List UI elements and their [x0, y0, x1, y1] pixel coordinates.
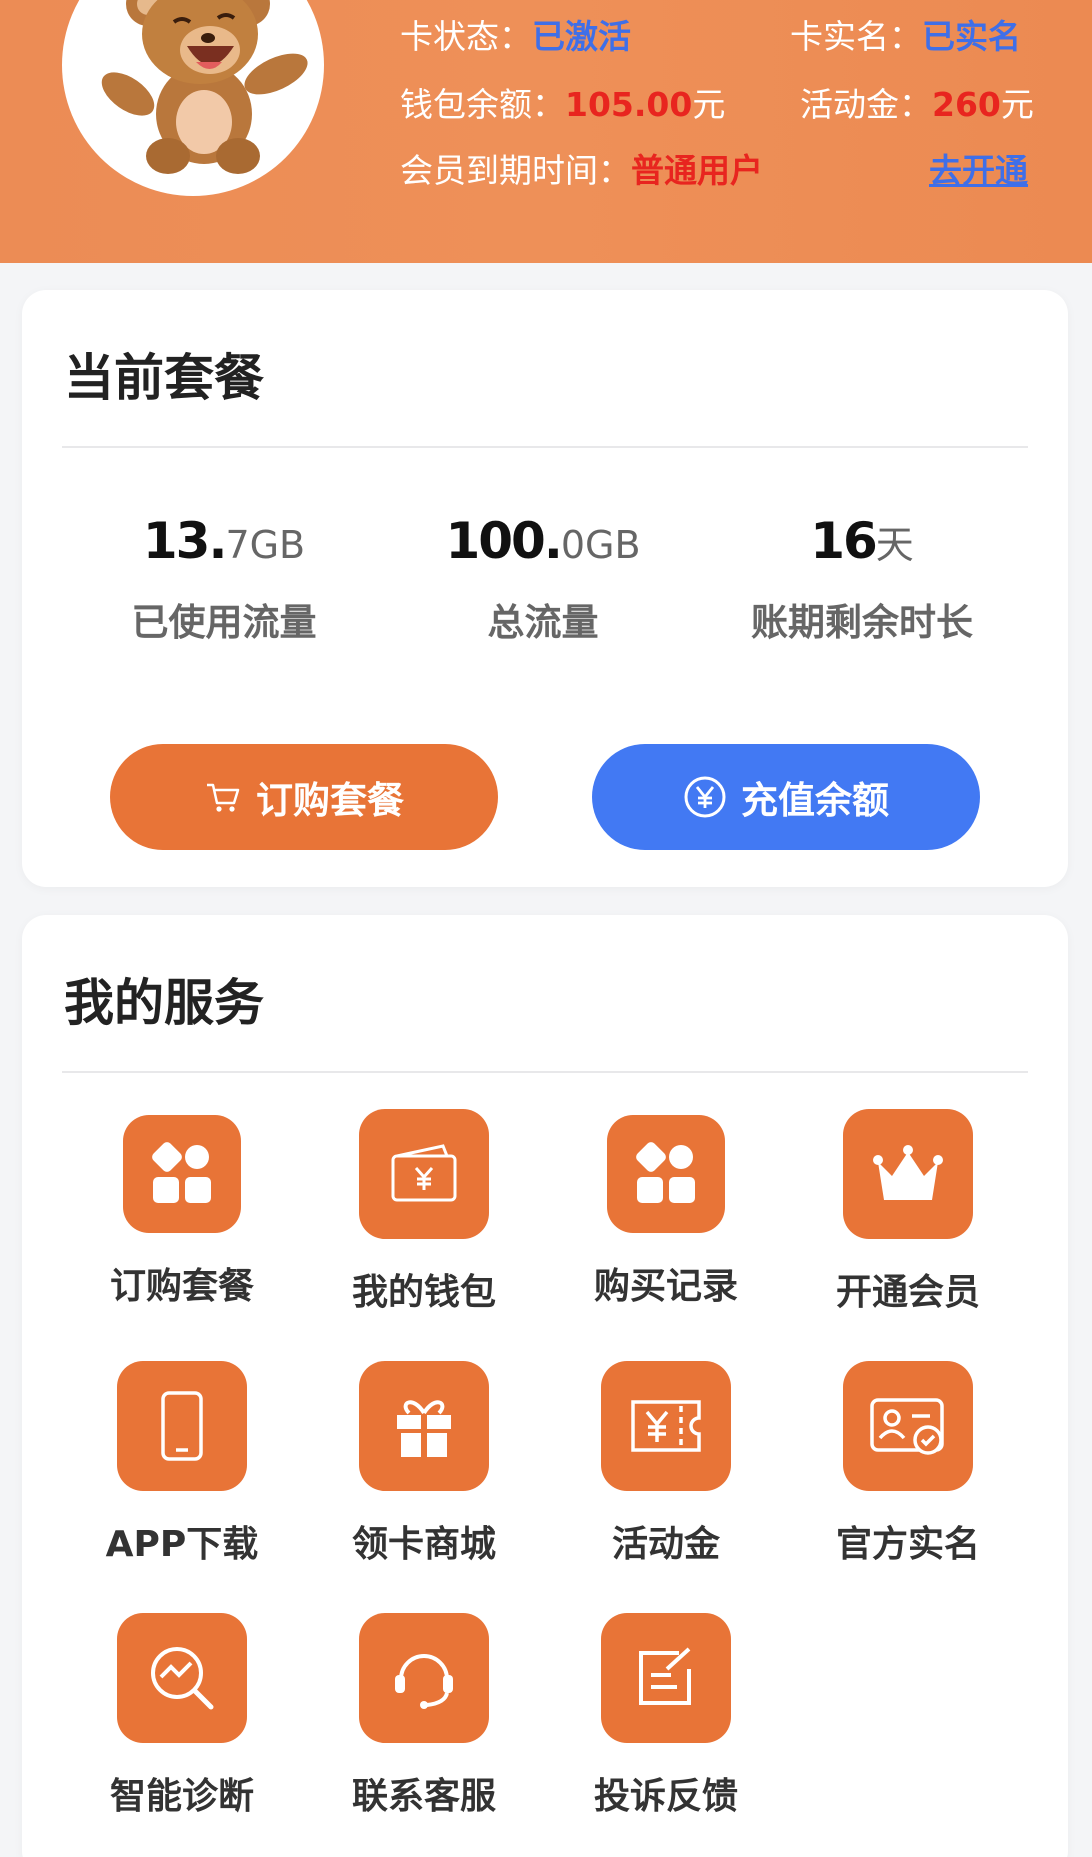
used-traffic-value: 13.: [142, 512, 228, 570]
total-traffic-stat: 100.0GB 总流量: [383, 512, 703, 646]
id-card-icon: [843, 1361, 973, 1491]
total-traffic-label: 总流量: [487, 601, 599, 644]
service-membership-label: 开通会员: [835, 1272, 980, 1313]
service-customer-support[interactable]: 联系客服: [324, 1613, 524, 1819]
buy-plan-label: 订购套餐: [256, 779, 404, 822]
grid-icon: [123, 1115, 241, 1233]
activity-fund: 活动金：260元: [800, 78, 1034, 126]
recharge-button[interactable]: 充值余额: [592, 744, 980, 850]
service-diagnosis-label: 智能诊断: [109, 1776, 254, 1817]
total-traffic-unit: 0GB: [560, 523, 641, 567]
service-wallet[interactable]: 我的钱包: [324, 1109, 524, 1315]
service-realname[interactable]: 官方实名: [808, 1361, 1008, 1567]
total-traffic-value: 100.: [445, 512, 562, 570]
feedback-icon: [601, 1613, 731, 1743]
member-expiry: 会员到期时间：普通用户: [400, 144, 763, 192]
service-activity-fund-label: 活动金: [611, 1524, 720, 1565]
service-buy-plan[interactable]: 订购套餐: [82, 1115, 282, 1309]
headset-icon: [359, 1613, 489, 1743]
remaining-days-value: 16: [810, 512, 878, 570]
services-title: 我的服务: [64, 974, 264, 1032]
member-value: 普通用户: [631, 151, 763, 190]
ticket-icon: [601, 1361, 731, 1491]
plan-title: 当前套餐: [64, 349, 264, 407]
service-feedback-label: 投诉反馈: [593, 1776, 738, 1817]
wallet-balance: 钱包余额：105.00元: [400, 78, 725, 126]
activity-value: 260: [932, 85, 1001, 124]
used-traffic-label: 已使用流量: [131, 601, 317, 644]
remaining-days-label: 账期剩余时长: [751, 601, 973, 644]
service-purchase-history-label: 购买记录: [593, 1266, 738, 1307]
service-app-download[interactable]: APP下载: [82, 1361, 282, 1567]
activity-unit: 元: [1000, 85, 1034, 124]
grid-icon: [607, 1115, 725, 1233]
avatar[interactable]: [62, 0, 324, 196]
wallet-label: 钱包余额：: [400, 85, 565, 124]
recharge-label: 充值余额: [741, 779, 889, 822]
remaining-days-unit: 天: [875, 523, 914, 567]
service-wallet-label: 我的钱包: [351, 1272, 496, 1313]
yuan-coin-icon: [684, 776, 726, 818]
realname-label: 卡实名：: [790, 17, 922, 56]
service-feedback[interactable]: 投诉反馈: [566, 1613, 766, 1819]
service-realname-label: 官方实名: [835, 1524, 980, 1565]
plan-divider: [62, 446, 1028, 448]
service-buy-plan-label: 订购套餐: [109, 1266, 254, 1307]
realname-status: 卡实名：已实名: [790, 10, 1021, 58]
wallet-value: 105.00: [565, 85, 693, 124]
card-status-label: 卡状态：: [400, 17, 532, 56]
card-status-value: 已激活: [532, 17, 631, 56]
wallet-unit: 元: [692, 85, 726, 124]
buy-plan-button[interactable]: 订购套餐: [110, 744, 498, 850]
card-status: 卡状态：已激活: [400, 10, 631, 58]
service-customer-support-label: 联系客服: [351, 1776, 496, 1817]
used-traffic-stat: 13.7GB 已使用流量: [64, 512, 384, 646]
used-traffic-unit: 7GB: [225, 523, 306, 567]
crown-icon: [843, 1109, 973, 1239]
user-header: 卡状态：已激活 卡实名：已实名 钱包余额：105.00元 活动金：260元 会员…: [0, 0, 1092, 263]
current-plan-card: 当前套餐 13.7GB 已使用流量 100.0GB 总流量 16天 账期剩余时长…: [22, 290, 1068, 887]
service-card-store[interactable]: 领卡商城: [324, 1361, 524, 1567]
service-activity-fund[interactable]: 活动金: [566, 1361, 766, 1567]
wallet-icon: [359, 1109, 489, 1239]
service-purchase-history[interactable]: 购买记录: [566, 1115, 766, 1309]
member-label: 会员到期时间：: [400, 151, 631, 190]
bear-mascot-icon: [101, 0, 308, 174]
gift-icon: [359, 1361, 489, 1491]
service-membership[interactable]: 开通会员: [808, 1109, 1008, 1315]
services-divider: [62, 1071, 1028, 1073]
activity-label: 活动金：: [800, 85, 932, 124]
open-membership-link[interactable]: 去开通: [929, 144, 1028, 192]
diagnosis-icon: [117, 1613, 247, 1743]
service-card-store-label: 领卡商城: [351, 1524, 496, 1565]
services-card: 我的服务 订购套餐 我的钱包 购买记录 开通会员 APP下载 领卡商城 活动金 …: [22, 915, 1068, 1857]
service-app-download-label: APP下载: [105, 1524, 259, 1565]
phone-icon: [117, 1361, 247, 1491]
realname-value: 已实名: [922, 17, 1021, 56]
remaining-days-stat: 16天 账期剩余时长: [702, 512, 1022, 646]
cart-icon: [207, 783, 240, 812]
service-diagnosis[interactable]: 智能诊断: [82, 1613, 282, 1819]
